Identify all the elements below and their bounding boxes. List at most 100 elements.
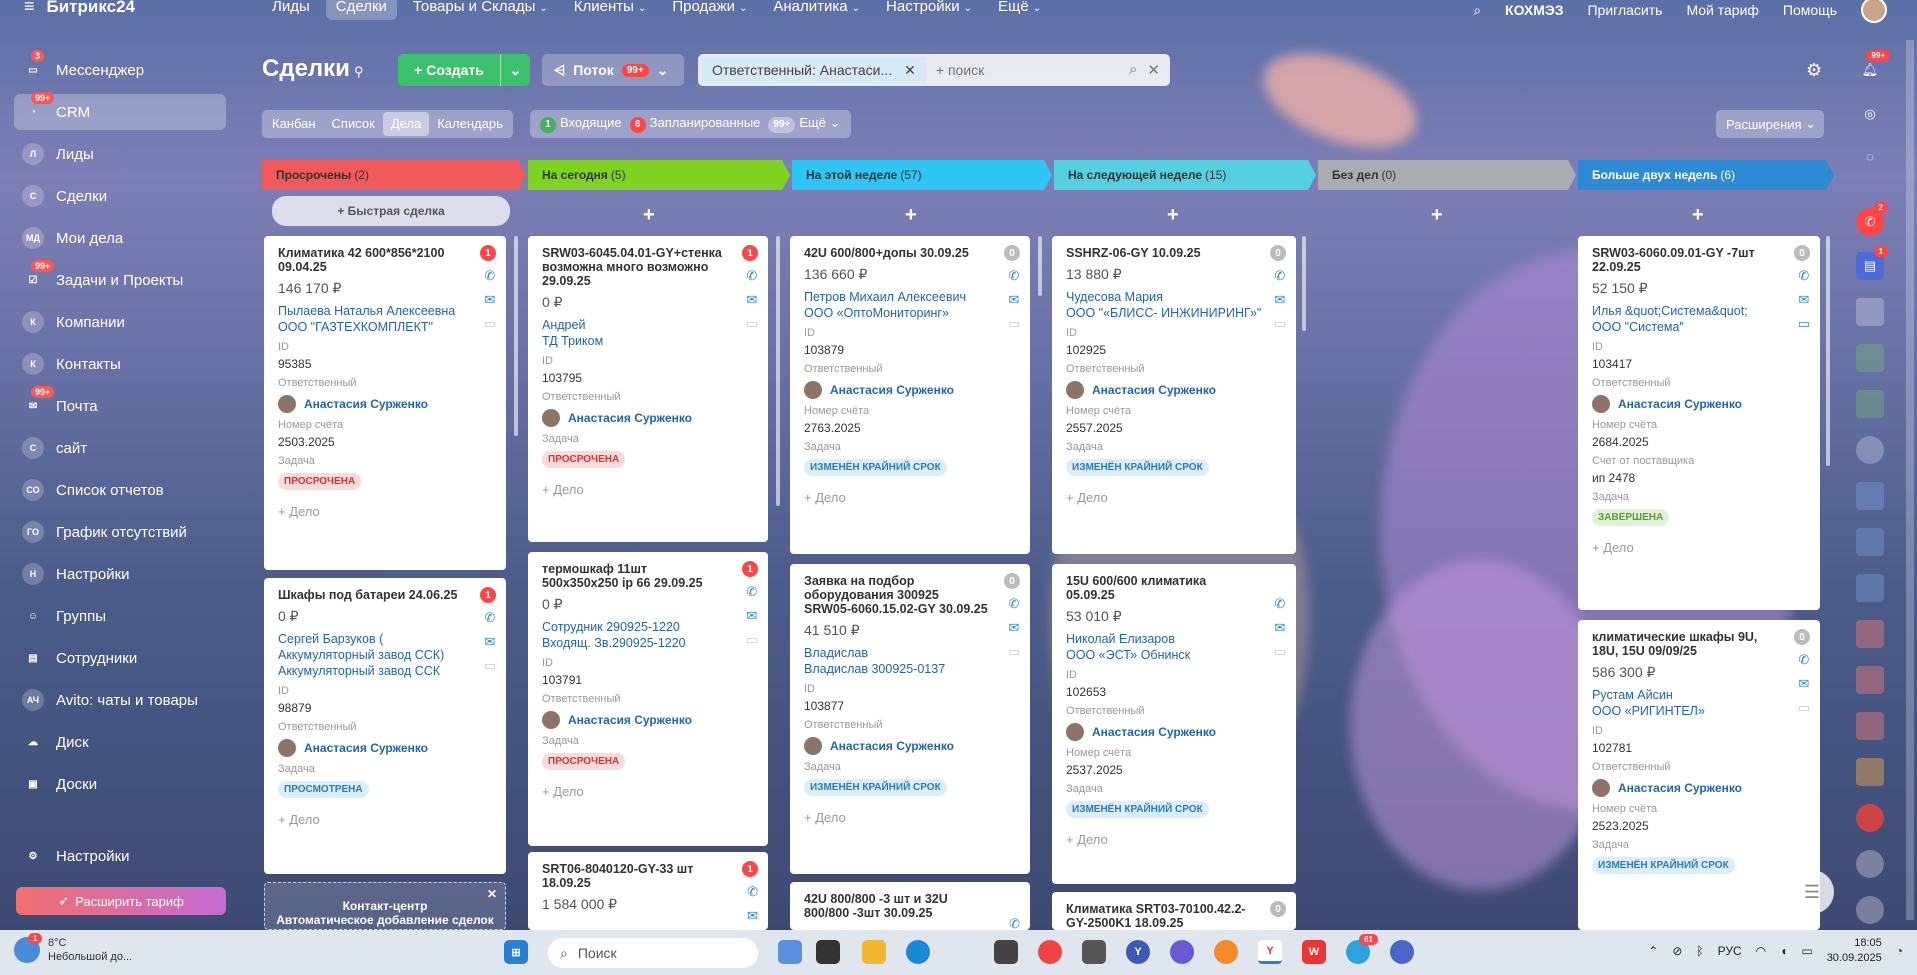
deal-title[interactable]: SSHRZ-06-GY 10.09.25 [1066,246,1254,260]
search-input[interactable] [935,62,1116,78]
sidebar-item-boards[interactable]: ▣ Доски [14,766,226,802]
deal-card[interactable]: ✆ 42U 800/800 -3 шт и 32U 800/800 -3шт 3… [790,882,1030,930]
weather-widget[interactable]: 1 8°C Небольшой до... [14,933,132,964]
filter-chip[interactable]: Ответственный: Анастаси... ✕ [702,57,926,83]
deal-card[interactable]: 1 ✆ ✉ ▭ Шкафы под батареи 24.06.25 0 ₽ Сер… [264,578,506,874]
mail-icon[interactable]: ✉ [746,608,757,624]
add-activity-link[interactable]: + Дело [1592,540,1806,555]
deal-card[interactable]: 0 ✆ ✉ ▭ SRW03-6060.09.01-GY -7шт 22.09.25 … [1578,236,1820,610]
activity-stream-icon[interactable]: ◎ [1856,100,1884,128]
company-link[interactable]: ООО «ЭСТ» Обнинск [1066,647,1282,663]
search-chat-icon[interactable]: ◌ [1856,142,1884,170]
column-header-today[interactable]: На сегодня (5) [528,160,790,190]
chat-icon[interactable]: ▭ [746,632,758,648]
chat-avatar[interactable] [1856,804,1884,832]
list-menu-icon[interactable]: ☰ [1790,870,1834,914]
pin-icon[interactable]: ⚲ [354,64,364,80]
deal-card[interactable]: 0 ✆ ✉ ▭ Заявка на подбор оборудования 3009… [790,564,1030,874]
game-icon[interactable] [1170,940,1194,964]
edge-icon[interactable] [906,940,930,964]
sidebar-item-employees[interactable]: ▤ Сотрудники [14,640,226,676]
chat-icon[interactable]: ▭ [1008,644,1020,660]
view-calendar[interactable]: Календарь [429,112,511,136]
responsible[interactable]: Анастасия Сурженко [1066,723,1282,741]
contact-center-promo[interactable]: Контакт-центр Автоматическое добавление … [264,882,506,930]
chat-avatar[interactable] [1856,758,1884,786]
app-icon[interactable] [1082,940,1106,964]
task-view-icon[interactable] [816,940,840,964]
responsible[interactable]: Анастасия Сурженко [278,739,492,757]
chat-avatar[interactable] [1856,574,1884,602]
mail-icon[interactable]: ✉ [746,292,757,308]
mail-icon[interactable]: ✉ [484,292,495,308]
add-deal-plus[interactable]: + [1167,204,1179,227]
messenger-icon[interactable]: ▤ 1 [1856,246,1888,280]
column-header-overdue[interactable]: Просрочены (2) [262,160,526,190]
topnav-products[interactable]: Товары и Склады ⌄ [403,0,558,20]
company-link[interactable]: ООО «РИГИНТЕЛ» [1592,703,1806,719]
scrollbar[interactable] [776,236,780,506]
taskbar-search[interactable]: ⌕ Поиск [548,938,758,968]
topnav-deals[interactable]: Сделки [325,0,397,20]
deal-card[interactable]: 0 ✆ ✉ ▭ SSHRZ-06-GY 10.09.25 13 880 ₽ Чуде… [1052,236,1296,554]
battery-icon[interactable]: ▭ [1801,944,1812,958]
stream-button[interactable]: ⩤ Поток 99+ ⌄ [542,54,684,86]
chat-avatar[interactable] [1856,528,1884,556]
chrome-icon[interactable] [1038,940,1062,964]
contact-link[interactable]: Владислав [804,645,1016,661]
search-icon[interactable]: ⌕ [1129,61,1137,79]
chat-icon[interactable]: ▭ [484,658,496,674]
bluetooth-icon[interactable]: ᛒ [1696,944,1703,958]
sidebar-item-settings[interactable]: Н Настройки [14,556,226,592]
sidebar-item-crm[interactable]: ◔ 99+ CRM [14,92,226,130]
sidebar-item-deals[interactable]: С Сделки [14,178,226,214]
contact-link[interactable]: Илья &quot;Система&quot; [1592,303,1806,319]
scrollbar[interactable] [514,236,518,436]
yandex-browser-icon[interactable]: Y [1258,940,1282,964]
view-activities[interactable]: Дела [382,112,430,136]
contact-link[interactable]: Рустам Айсин [1592,687,1806,703]
gear-icon[interactable]: ⚙ [1806,60,1822,81]
wps-icon[interactable]: W [1302,940,1326,964]
add-activity-link[interactable]: + Дело [1066,832,1282,847]
mail-icon[interactable]: ✉ [1274,620,1285,636]
add-activity-link[interactable]: + Дело [542,784,754,799]
sidebar-item-messenger[interactable]: ▭ 3 Мессенджер [14,50,226,88]
chat-avatar[interactable] [1856,482,1884,510]
close-icon[interactable]: ✕ [904,62,916,79]
add-activity-link[interactable]: + Дело [804,490,1016,505]
chat-icon[interactable]: ▭ [1274,644,1286,660]
deal-card[interactable]: 1 ✆ ✉ SRT06-8040120-GY-33 шт 18.09.25 1 5… [528,852,768,930]
topnav-more[interactable]: Ещё ⌄ [988,0,1051,20]
chat-avatar[interactable] [1856,666,1884,694]
deal-card[interactable]: 0 ✆ ✉ ▭ 42U 600/800+допы 30.09.25 136 660 … [790,236,1030,554]
contact-link[interactable]: Николай Елизаров [1066,631,1282,647]
firefox-icon[interactable] [1214,940,1238,964]
sidebar-item-disk[interactable]: ☁ Диск [14,724,226,760]
topnav-leads[interactable]: Лиды [262,0,320,20]
company-link[interactable]: ООО "ГАЗТЕХКОМПЛЕКТ" [278,319,492,335]
contact-link[interactable]: Сотрудник 290925-1220 [542,619,754,635]
sidebar-item-mail[interactable]: ✉ 99+ Почта [14,386,226,424]
chat-avatar[interactable] [1856,344,1884,372]
sidebar-item-avito[interactable]: АЧ Avito: чаты и товары [14,682,226,718]
chat-avatar[interactable] [1856,712,1884,740]
contact-link[interactable]: Чудесова Мария [1066,289,1282,305]
invite-button[interactable]: Пригласить [1587,2,1662,18]
counter-planned[interactable]: 6 Запланированные [629,115,760,133]
phone-icon[interactable]: ✆ [1274,596,1285,612]
add-activity-link[interactable]: + Дело [804,810,1016,825]
help-button[interactable]: Помощь [1783,2,1837,18]
clear-icon[interactable]: ✕ [1147,61,1160,79]
search-icon[interactable]: ⌕ [1473,2,1481,19]
contact-link[interactable]: Пылаева Наталья Алексеевна [278,303,492,319]
mail-icon[interactable]: ✉ [1798,676,1809,692]
contact-link[interactable]: Входящ. Зв.290925-1220 [542,635,754,651]
volume-icon[interactable]: ◖ [1780,944,1787,958]
chat-icon[interactable]: ▭ [1798,700,1810,716]
chat-avatar[interactable] [1856,896,1884,924]
logo[interactable]: ≡ Битрикс24 [24,0,135,17]
deal-title[interactable]: термошкаф 11шт 500х350х250 ip 66 29.09.2… [542,562,726,590]
deal-title[interactable]: SRT06-8040120-GY-33 шт 18.09.25 [542,862,726,890]
sidebar-item-leads[interactable]: Л Лиды [14,136,226,172]
